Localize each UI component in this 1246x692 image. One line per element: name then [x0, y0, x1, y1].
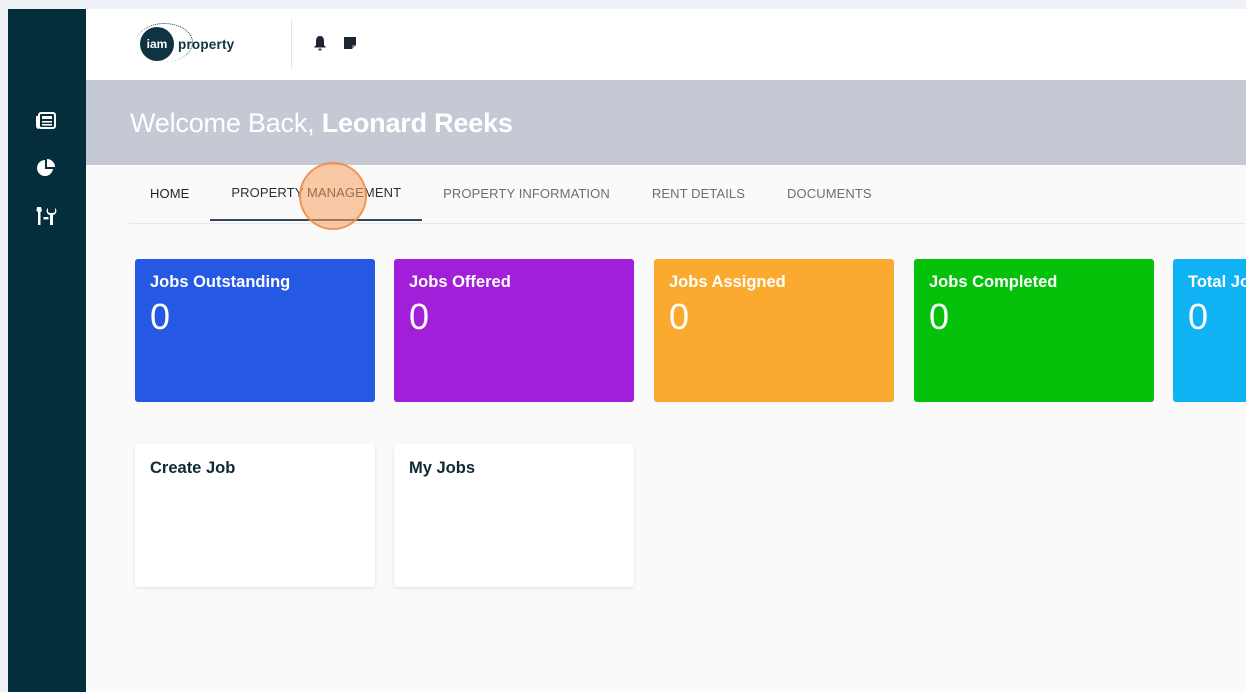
stat-jobs-completed[interactable]: Jobs Completed 0: [914, 259, 1154, 402]
tab-home-label: HOME: [150, 185, 190, 201]
stat-count: 0: [409, 296, 430, 337]
tab-property-information[interactable]: PROPERTY INFORMATION: [422, 165, 631, 221]
user-name: Leonard Reeks: [321, 108, 513, 138]
tab-documents[interactable]: DOCUMENTS: [766, 165, 893, 221]
welcome-prefix: Welcome Back,: [130, 108, 322, 138]
stat-total-jobs[interactable]: Total Jo 0: [1173, 259, 1246, 402]
stat-jobs-outstanding[interactable]: Jobs Outstanding 0: [135, 259, 375, 402]
tab-property-management[interactable]: PROPERTY MANAGEMENT: [210, 165, 423, 221]
stat-title: Total Jo: [1188, 273, 1246, 291]
stat-jobs-offered[interactable]: Jobs Offered 0: [394, 259, 634, 402]
tab-property-information-label: PROPERTY INFORMATION: [443, 185, 610, 201]
stat-title: Jobs Offered: [409, 273, 511, 291]
stat-jobs-assigned[interactable]: Jobs Assigned 0: [654, 259, 894, 402]
sidebar: [8, 9, 86, 692]
stat-count: 0: [150, 296, 171, 337]
tools-icon: [35, 205, 57, 232]
pie-chart-icon: [36, 158, 56, 183]
top-bar: iam property: [86, 9, 1246, 80]
logo[interactable]: iam property: [136, 23, 234, 63]
stat-count: 0: [669, 296, 690, 337]
card-title: Create Job: [150, 459, 236, 477]
main-area: iam property Welcome Back, Leonard Reeks…: [86, 9, 1246, 692]
my-jobs-card[interactable]: My Jobs: [394, 444, 634, 587]
sidebar-item-tools[interactable]: [35, 205, 57, 232]
tab-bar: HOME PROPERTY MANAGEMENT PROPERTY INFORM…: [129, 165, 893, 223]
stat-title: Jobs Completed: [929, 273, 1058, 291]
welcome-message: Welcome Back, Leonard Reeks: [130, 108, 513, 139]
newspaper-icon: [36, 111, 56, 135]
bell-icon[interactable]: [312, 35, 328, 51]
topbar-divider: [291, 19, 292, 69]
tab-property-management-label: PROPERTY MANAGEMENT: [231, 184, 402, 200]
sidebar-item-news[interactable]: [35, 111, 57, 135]
create-job-card[interactable]: Create Job: [135, 444, 375, 587]
sidebar-item-reports[interactable]: [35, 158, 57, 183]
tab-home[interactable]: HOME: [129, 165, 210, 221]
logo-badge: iam: [136, 23, 193, 62]
tab-rent-details-label: RENT DETAILS: [651, 185, 746, 201]
sticky-note-icon[interactable]: [342, 35, 358, 51]
tabs-divider: [129, 223, 1246, 224]
stat-title: Jobs Assigned: [669, 273, 786, 291]
tab-documents-label: DOCUMENTS: [787, 185, 872, 201]
stat-title: Jobs Outstanding: [150, 273, 291, 291]
tab-rent-details[interactable]: RENT DETAILS: [631, 165, 766, 221]
stat-count: 0: [929, 296, 950, 337]
stat-count: 0: [1188, 296, 1209, 337]
card-title: My Jobs: [409, 459, 476, 477]
welcome-banner: Welcome Back, Leonard Reeks: [86, 80, 1246, 165]
